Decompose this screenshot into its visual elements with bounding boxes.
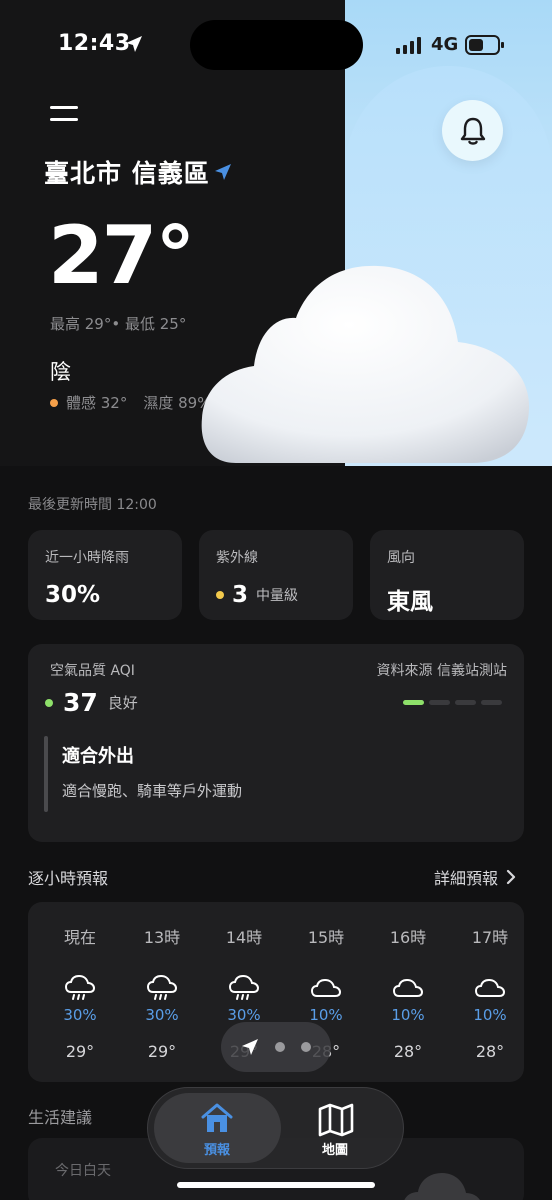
hour-item: 16時 10% 28° [367,902,449,1082]
hour-temperature: 29° [65,1042,95,1061]
hour-label: 現在 [63,928,96,947]
status-time: 12:43 [58,31,131,56]
aqi-scale [403,700,502,705]
tab-map-label: 地圖 [322,1143,349,1158]
hour-label: 16時 [389,928,427,947]
life-card-subtitle: 今日白天 [55,1163,111,1179]
page-dot [301,1042,311,1052]
wind-card-value: 東風 [387,589,433,615]
rain-card-label: 近一小時降雨 [45,550,129,566]
rain-card[interactable]: 近一小時降雨 30% [28,530,182,620]
aqi-scale-segment [481,700,502,705]
tab-bar: 預報 地圖 [147,1087,404,1169]
tab-forecast[interactable]: 預報 [154,1093,281,1163]
detailed-forecast-label: 詳細預報 [434,869,499,888]
rain-card-value: 30% [45,582,101,608]
hour-temperature: 29° [147,1042,177,1061]
menu-button[interactable] [50,106,80,126]
last-updated: 最後更新時間 12:00 [28,497,157,513]
dynamic-island [190,20,363,70]
life-section-title: 生活建議 [28,1108,93,1127]
home-icon [201,1103,233,1132]
aqi-source: 資料來源 信義站測站 [376,663,507,679]
location-arrow-icon [126,36,142,52]
feels-like-dot [50,398,58,407]
tab-map[interactable]: 地圖 [288,1093,398,1163]
wind-card-label: 風向 [387,550,415,566]
hour-label: 14時 [225,928,263,947]
uv-value-row: 3 中量級 [216,582,298,608]
hour-item: 17時 10% 28° [449,902,524,1082]
uv-card[interactable]: 紫外線 3 中量級 [199,530,353,620]
tab-forecast-label: 預報 [204,1143,231,1158]
cloud-icon [310,978,342,997]
cloud-icon [404,1173,480,1200]
notification-button[interactable] [442,100,503,161]
wind-card[interactable]: 風向 東風 [370,530,524,620]
advice-title: 適合外出 [62,746,134,767]
aqi-scale-segment [403,700,424,705]
signal-icon [396,37,421,54]
aqi-dot [45,698,53,707]
cloud-icon [392,978,424,997]
uv-value: 3 [232,582,249,608]
aqi-scale-segment [429,700,450,705]
hour-precip-chance: 10% [391,1006,425,1024]
advice-text: 適合慢跑、騎車等戶外運動 [62,782,243,800]
network-type: 4G [431,34,459,55]
hour-precip-chance: 30% [63,1006,97,1024]
rain-cloud-icon [228,974,260,1000]
status-bar: 12:43 4G [0,0,552,90]
advice-accent-bar [44,736,48,812]
hour-label: 17時 [471,928,509,947]
current-temperature: 27° [48,209,195,302]
menu-icon-line [50,106,78,109]
menu-icon-line [50,118,78,121]
hour-temperature: 28° [475,1042,505,1061]
aqi-level: 良好 [107,694,138,712]
feels-like-row: 體感 32° 濕度 89% [50,392,211,413]
location-title[interactable]: 臺北市 信義區 [44,154,210,190]
cloud-icon [474,978,506,997]
battery-icon [465,35,504,55]
hour-item: 13時 30% 29° [121,902,203,1082]
aqi-value: 37 [63,688,98,717]
uv-dot [216,591,224,599]
uv-card-label: 紫外線 [216,550,258,566]
hour-precip-chance: 10% [473,1006,507,1024]
weather-condition: 陰 [50,360,71,384]
hour-item: 現在 30% 29° [39,902,121,1082]
page-indicator[interactable] [221,1022,331,1072]
hour-label: 15時 [307,928,345,947]
bell-icon [460,117,485,145]
aqi-label: 空氣品質 AQI [50,663,135,679]
rain-cloud-icon [146,974,178,1000]
current-location-icon [215,164,231,180]
hero-bottom-edge [0,466,552,496]
high-low-temperature: 最高 29°• 最低 25° [50,315,187,333]
hour-precip-chance: 30% [145,1006,179,1024]
hour-temperature: 28° [393,1042,423,1061]
chevron-right-icon [506,869,516,885]
home-indicator [177,1182,375,1188]
map-icon [318,1103,354,1137]
cloud-illustration [201,265,530,463]
detailed-forecast-link[interactable]: 詳細預報 [434,865,516,889]
aqi-card[interactable]: 空氣品質 AQI 資料來源 信義站測站 37 良好 適合外出 適合慢跑、騎車等戶… [28,644,524,842]
hourly-section-title: 逐小時預報 [28,869,109,888]
aqi-scale-segment [455,700,476,705]
location-arrow-icon [242,1039,258,1055]
hour-label: 13時 [143,928,181,947]
feels-like: 體感 32° [66,394,128,412]
uv-level: 中量級 [256,588,299,604]
aqi-value-row: 37 良好 [45,688,138,717]
rain-cloud-icon [64,974,96,1000]
page-dot [275,1042,285,1052]
